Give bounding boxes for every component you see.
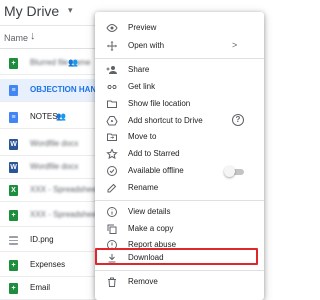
eye-icon (106, 22, 118, 34)
menu-item-available-offline[interactable]: Available offline (95, 163, 264, 180)
menu-item-get-link[interactable]: Get link (95, 79, 264, 96)
sheets-icon: + (9, 210, 18, 221)
folder-icon (106, 98, 118, 110)
download-icon (106, 252, 118, 264)
menu-label: Download (128, 253, 164, 262)
menu-label: Show file location (128, 99, 191, 108)
menu-label: View details (128, 207, 171, 216)
menu-label: Make a copy (128, 224, 174, 233)
menu-label: Preview (128, 23, 157, 32)
menu-item-move-to[interactable]: Move to (95, 129, 264, 146)
offline-toggle-knob[interactable] (224, 166, 235, 177)
drive-caret-icon[interactable]: ▾ (68, 5, 73, 16)
move-arrows-icon (106, 40, 118, 52)
menu-item-show-file-location[interactable]: Show file location (95, 96, 264, 113)
sort-arrow-icon[interactable]: ↓ (30, 30, 36, 42)
menu-item-view-details[interactable]: View details (95, 204, 264, 221)
menu-label: Move to (128, 132, 157, 141)
menu-label: Add to Starred (128, 149, 180, 158)
docs-icon: ≡ (9, 85, 18, 96)
file-name: Expenses (30, 260, 66, 269)
divider (95, 58, 264, 59)
shared-icon: 👥 (56, 112, 66, 121)
menu-item-preview[interactable]: Preview (95, 20, 264, 37)
file-name: ID.png (30, 235, 54, 244)
docs-icon: ≡ (9, 112, 18, 123)
sheets-icon: + (9, 260, 18, 271)
menu-item-open-with[interactable]: Open with > (95, 38, 264, 55)
chevron-right-icon: > (232, 40, 238, 50)
file-name: Email (30, 283, 51, 292)
menu-item-download[interactable]: Download (95, 250, 264, 267)
add-person-icon (106, 64, 118, 76)
trash-icon (106, 276, 118, 288)
word-icon: W (9, 162, 18, 173)
drive-title[interactable]: My Drive (4, 3, 59, 19)
menu-label: Open with (128, 41, 165, 50)
file-name: NOTES (30, 112, 58, 121)
column-name-label[interactable]: Name (4, 33, 28, 43)
menu-label: Remove (128, 277, 158, 286)
divider (95, 270, 264, 271)
menu-item-make-copy[interactable]: Make a copy (95, 221, 264, 238)
menu-label: Available offline (128, 166, 184, 175)
sheets-icon: + (9, 283, 18, 294)
file-name: Wordfile docx (30, 139, 79, 148)
pencil-icon (106, 182, 118, 194)
file-name: XXX - Spreadsheet (30, 185, 99, 194)
sheets-icon: + (9, 58, 18, 69)
menu-item-add-starred[interactable]: Add to Starred (95, 146, 264, 163)
help-icon[interactable]: ? (232, 114, 244, 126)
shared-icon: 👥 (68, 58, 78, 67)
menu-item-remove[interactable]: Remove (95, 274, 264, 291)
file-name: Blurred file name (30, 58, 91, 67)
menu-label: Get link (128, 82, 156, 91)
excel-icon: X (9, 185, 18, 196)
image-icon (9, 236, 18, 245)
context-menu: Preview Open with > Share Get link Show … (95, 12, 264, 300)
star-icon (106, 148, 118, 160)
menu-label: Rename (128, 183, 159, 192)
menu-label: Add shortcut to Drive (128, 116, 203, 125)
menu-item-add-shortcut[interactable]: Add shortcut to Drive ? (95, 113, 264, 130)
menu-item-share[interactable]: Share (95, 62, 264, 79)
file-name: Wordfile docx (30, 162, 79, 171)
offline-icon (106, 165, 118, 177)
menu-label: Share (128, 65, 150, 74)
drive-shortcut-icon (106, 115, 118, 127)
info-icon (106, 206, 118, 218)
divider (95, 200, 264, 201)
move-folder-icon (106, 131, 118, 143)
menu-item-rename[interactable]: Rename (95, 180, 264, 197)
word-icon: W (9, 139, 18, 150)
link-icon (106, 81, 118, 93)
copy-icon (106, 223, 118, 235)
